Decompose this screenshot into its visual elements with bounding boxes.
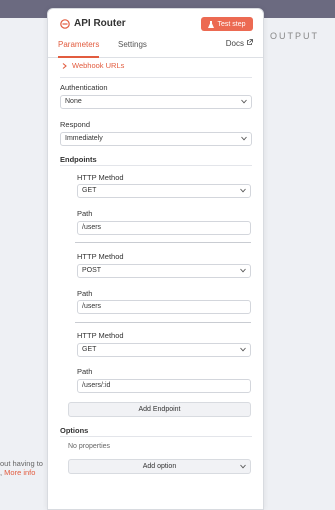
node-parameters-panel: API Router Test step Parameters Settings…: [47, 8, 264, 510]
webhook-urls-label: Webhook URLs: [72, 61, 125, 70]
endpoints-label: Endpoints: [60, 155, 97, 164]
http-method-value: POST: [82, 267, 102, 274]
http-method-select[interactable]: GET: [77, 343, 251, 357]
test-step-button[interactable]: Test step: [201, 17, 253, 31]
path-label: Path: [77, 367, 93, 376]
add-option-button[interactable]: Add option: [68, 459, 251, 474]
webhook-urls-toggle[interactable]: Webhook URLs: [62, 61, 124, 70]
background-hint-line: , More info: [0, 468, 36, 477]
authentication-select[interactable]: None: [60, 95, 252, 109]
no-properties-text: No properties: [68, 443, 111, 450]
endpoint-separator: [75, 322, 251, 323]
output-label: OUTPUT: [270, 31, 319, 41]
path-label: Path: [77, 289, 93, 298]
chevron-right-icon: [62, 62, 67, 69]
tab-bar: Parameters Settings Docs: [48, 39, 263, 58]
http-method-label: HTTP Method: [77, 252, 124, 261]
more-info-link[interactable]: More info: [4, 468, 35, 477]
add-option-label: Add option: [142, 463, 177, 470]
authentication-label: Authentication: [60, 83, 108, 92]
add-endpoint-button[interactable]: Add Endpoint: [68, 402, 251, 417]
test-step-label: Test step: [217, 20, 246, 28]
respond-label: Respond: [60, 120, 91, 129]
panel-header: API Router Test step: [48, 9, 263, 39]
path-value: /users: [82, 224, 102, 231]
chevron-down-icon: [240, 268, 246, 273]
http-method-select[interactable]: GET: [77, 184, 251, 198]
docs-link[interactable]: Docs: [226, 39, 253, 48]
chevron-down-icon: [240, 464, 246, 469]
http-method-label: HTTP Method: [77, 331, 124, 340]
http-method-value: GET: [82, 346, 97, 353]
path-input[interactable]: /users: [77, 300, 251, 314]
http-method-value: GET: [82, 187, 97, 194]
router-icon: [60, 19, 70, 29]
external-link-icon: [247, 39, 253, 45]
respond-select[interactable]: Immediately: [60, 132, 252, 146]
divider: [60, 165, 252, 166]
path-value: /users/:id: [82, 382, 111, 389]
background-hint-text: out having to: [0, 459, 43, 468]
divider: [60, 436, 252, 437]
divider: [60, 77, 252, 78]
tab-parameters[interactable]: Parameters: [58, 39, 100, 58]
chevron-down-icon: [241, 136, 247, 141]
chevron-down-icon: [241, 99, 247, 104]
http-method-select[interactable]: POST: [77, 264, 251, 278]
options-label: Options: [60, 426, 89, 435]
http-method-label: HTTP Method: [77, 173, 124, 182]
node-title: API Router: [74, 18, 126, 29]
chevron-down-icon: [240, 347, 246, 352]
authentication-value: None: [65, 98, 82, 105]
path-input[interactable]: /users/:id: [77, 379, 251, 393]
docs-label: Docs: [225, 39, 244, 48]
endpoint-separator: [75, 242, 251, 243]
tab-settings[interactable]: Settings: [118, 39, 147, 56]
chevron-down-icon: [240, 188, 246, 193]
path-value: /users: [82, 303, 102, 310]
flask-icon: [208, 20, 215, 28]
path-label: Path: [77, 209, 93, 218]
respond-value: Immediately: [65, 135, 103, 142]
path-input[interactable]: /users: [77, 221, 251, 235]
